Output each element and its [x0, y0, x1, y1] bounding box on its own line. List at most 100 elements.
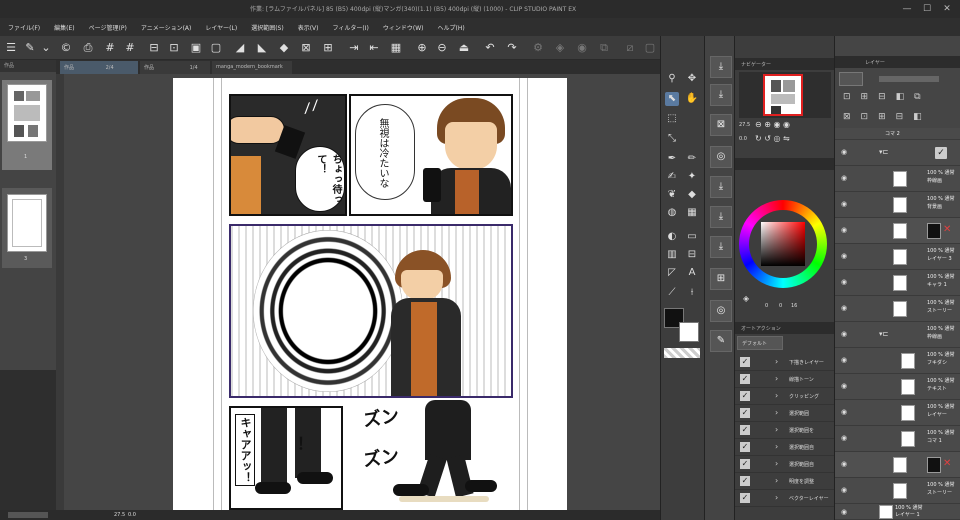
visibility-eye-icon[interactable]: ◉: [841, 226, 851, 234]
undo-icon[interactable]: ↶: [482, 40, 498, 56]
layer-row[interactable]: ◉ ✕: [835, 218, 960, 244]
select-none-icon[interactable]: ⧄: [622, 40, 638, 56]
selection-tool-icon[interactable]: ⬚: [665, 112, 679, 126]
text-tool-icon[interactable]: A: [685, 266, 699, 280]
opacity-slider[interactable]: [879, 76, 939, 82]
layer-tab[interactable]: レイヤー: [835, 56, 960, 68]
visibility-eye-icon[interactable]: ◉: [841, 252, 851, 260]
menu-page[interactable]: ページ管理(P): [89, 23, 127, 32]
thumbnail-tab[interactable]: 作品: [0, 60, 56, 72]
menu-selection[interactable]: 選択範囲(S): [251, 23, 284, 32]
layer-row[interactable]: ◉ 100 % 通常 レイヤー 3: [835, 244, 960, 270]
layer-row[interactable]: ◉ 100 % 通常 レイヤー 1: [835, 504, 960, 520]
doc-tab-3[interactable]: manga_modern_bookmark: [212, 61, 292, 74]
transparent-color-swatch[interactable]: [664, 348, 700, 358]
pen-tool-icon[interactable]: ✒: [665, 152, 679, 166]
manga-panel-4[interactable]: キャアアッ！ ！: [229, 406, 343, 510]
layer-row[interactable]: ◉ 100 % 通常 ストーリー: [835, 296, 960, 322]
new-page-icon[interactable]: ⊕: [414, 40, 430, 56]
layer-row[interactable]: ◉ ✕: [835, 452, 960, 478]
visibility-eye-icon[interactable]: ◉: [841, 148, 851, 156]
layer-row[interactable]: ◉ 100 % 通常 ストーリー: [835, 478, 960, 504]
menu-filter[interactable]: フィルター(I): [333, 23, 369, 32]
crop2-icon[interactable]: ⊞: [320, 40, 336, 56]
page-thumbnail-1[interactable]: 1: [2, 80, 52, 170]
visibility-eye-icon[interactable]: ◉: [841, 408, 851, 416]
visibility-eye-icon[interactable]: ◉: [841, 508, 851, 516]
transform2-icon[interactable]: ◈: [552, 40, 568, 56]
rotate-value[interactable]: 0.0: [128, 512, 136, 518]
hamburger-icon[interactable]: ☰: [3, 40, 19, 56]
menu-help[interactable]: ヘルプ(H): [437, 23, 464, 32]
auto-action-item[interactable]: ✓ › ベクターレイヤー: [735, 490, 835, 507]
visibility-eye-icon[interactable]: ◉: [841, 434, 851, 442]
chevron-down-icon[interactable]: ⌄: [38, 40, 54, 56]
auto-action-item[interactable]: ✓ › 選択範囲を: [735, 422, 835, 439]
frame-icon[interactable]: ⊟: [146, 40, 162, 56]
layer-toolbar-2[interactable]: ⊠⊡⊞⊟◧: [835, 112, 960, 128]
export-icon[interactable]: ⇤: [366, 40, 382, 56]
blend-mode-select[interactable]: [839, 72, 863, 86]
folder-icon[interactable]: ⊖: [434, 40, 450, 56]
navigator-tab[interactable]: ナビゲーター: [735, 58, 835, 70]
subtool-layer-icon[interactable]: ⤓: [710, 84, 732, 106]
decoration-tool-icon[interactable]: ❦: [665, 188, 679, 202]
auto-action-item[interactable]: ✓ › 選択範囲自: [735, 439, 835, 456]
color-wheel-tab[interactable]: [735, 158, 835, 170]
ruler2-icon[interactable]: ◣: [254, 40, 270, 56]
close-button[interactable]: ✕: [940, 2, 954, 16]
grid2-icon[interactable]: #: [122, 40, 138, 56]
menu-window[interactable]: ウィンドウ(W): [383, 23, 424, 32]
visibility-eye-icon[interactable]: ◉: [841, 356, 851, 364]
move-tool-icon[interactable]: ✥: [685, 72, 699, 86]
subtool-import3-icon[interactable]: ⤓: [710, 236, 732, 258]
color-sliders-icon[interactable]: ◈: [743, 294, 749, 303]
select-all-icon[interactable]: ▢: [642, 40, 658, 56]
visibility-eye-icon[interactable]: ◉: [841, 460, 851, 468]
subtool-x-icon[interactable]: ⊠: [710, 114, 732, 136]
frame4-icon[interactable]: ▢: [208, 40, 224, 56]
menu-layer[interactable]: レイヤー(L): [205, 23, 237, 32]
ruler-tool-icon[interactable]: ⊟: [685, 248, 699, 262]
layer-row[interactable]: ◉ 100 % 通常 テキスト: [835, 374, 960, 400]
correction-tool-icon[interactable]: ⟊: [685, 286, 699, 300]
layer-row[interactable]: ◉ 100 % 通常 フキダシ: [835, 348, 960, 374]
upload-icon[interactable]: ⏏: [456, 40, 472, 56]
manga-panel-1[interactable]: ちょっ待って！ ⟋⟋: [229, 94, 347, 216]
rotate-icon[interactable]: ↻ ↺ ◎ ⇋: [755, 134, 790, 143]
layer-toolbar[interactable]: ⊡⊞⊟◧⧉: [835, 92, 960, 108]
redo-icon[interactable]: ↷: [504, 40, 520, 56]
import-icon[interactable]: ⇥: [346, 40, 362, 56]
copyright-icon[interactable]: ©: [58, 40, 74, 56]
visibility-eye-icon[interactable]: ◉: [841, 304, 851, 312]
manga-panel-5[interactable]: ズン ズン: [359, 400, 519, 510]
gradient-tool-icon[interactable]: ◐: [665, 230, 679, 244]
navigator-zoom[interactable]: 27.5: [739, 122, 750, 128]
subtool-folder-icon[interactable]: ⊞: [710, 268, 732, 290]
auto-action-preset-select[interactable]: デフォルト: [737, 336, 783, 350]
ruler3-icon[interactable]: ◆: [276, 40, 292, 56]
zoom-out-icon[interactable]: ⊖ ⊕ ◉ ◉: [755, 120, 790, 129]
fill-tool-icon[interactable]: ▦: [685, 206, 699, 220]
menu-edit[interactable]: 編集(E): [54, 23, 74, 32]
navigator-slider[interactable]: [8, 512, 48, 518]
visibility-eye-icon[interactable]: ◉: [841, 200, 851, 208]
ruler-icon[interactable]: ◢: [232, 40, 248, 56]
subtool-object-icon[interactable]: ⤓: [710, 56, 732, 78]
subtool-edit-icon[interactable]: ✎: [710, 330, 732, 352]
layer-row[interactable]: ◉ 100 % 通常 レイヤー: [835, 400, 960, 426]
subtool-import-icon[interactable]: ⤓: [710, 176, 732, 198]
layer-check-icon[interactable]: ✓: [935, 147, 947, 159]
operation-tool-icon[interactable]: ⬉: [665, 92, 679, 106]
mosaic-icon[interactable]: ▦: [388, 40, 404, 56]
subtool-camera2-icon[interactable]: ◎: [710, 300, 732, 322]
figure-tool-icon[interactable]: ▭: [685, 230, 699, 244]
menu-animation[interactable]: アニメーション(A): [141, 23, 192, 32]
hand-tool-icon[interactable]: ✋: [685, 92, 699, 106]
menu-file[interactable]: ファイル(F): [8, 23, 40, 32]
visibility-eye-icon[interactable]: ◉: [841, 174, 851, 182]
doc-tab-1[interactable]: 作品 2/4: [60, 61, 138, 74]
mask-off-icon[interactable]: ✕: [943, 458, 951, 469]
print-icon[interactable]: ⎙: [80, 40, 96, 56]
manga-page[interactable]: ちょっ待って！ ⟋⟋ 無視は冷たいな キャアアッ！ ！ ズン ズン: [173, 78, 567, 510]
